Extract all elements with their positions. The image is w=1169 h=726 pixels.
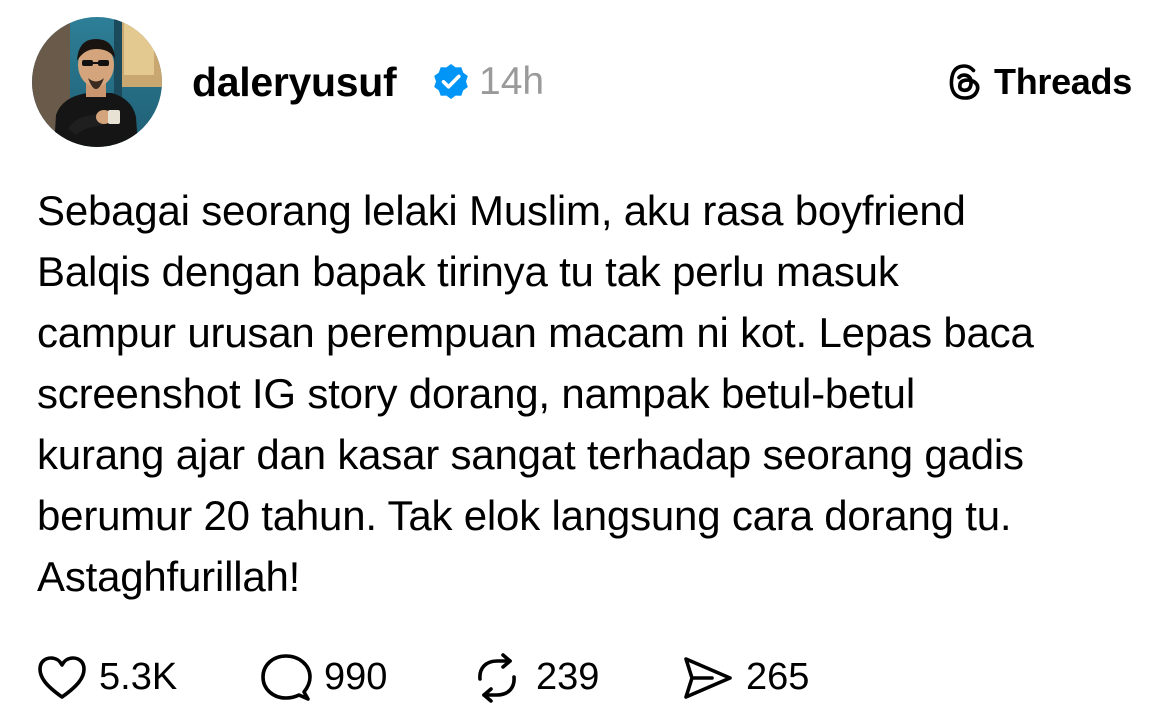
heart-icon [38,655,86,699]
verified-badge-icon [434,64,468,99]
post-timestamp: 14h [479,60,545,103]
send-icon [684,656,732,699]
comment-icon [261,653,312,701]
share-count: 265 [746,656,810,698]
reply-button[interactable]: 990 [260,650,387,705]
share-button[interactable]: 265 [682,650,809,705]
reply-count: 990 [324,656,388,698]
author-username[interactable]: daleryusuf [192,56,397,108]
repost-count: 239 [536,656,600,698]
repost-button[interactable]: 239 [470,650,599,705]
threads-brand[interactable]: Threads [944,58,1132,106]
like-button[interactable]: 5.3K [37,650,177,705]
repost-icon [478,652,516,703]
post-text: Sebagai seorang lelaki Muslim, aku rasa … [37,187,1034,600]
threads-logo-icon [949,64,980,100]
avatar-photo [32,17,162,147]
threads-brand-label: Threads [994,61,1132,102]
like-count: 5.3K [99,656,178,698]
avatar[interactable] [32,17,162,147]
